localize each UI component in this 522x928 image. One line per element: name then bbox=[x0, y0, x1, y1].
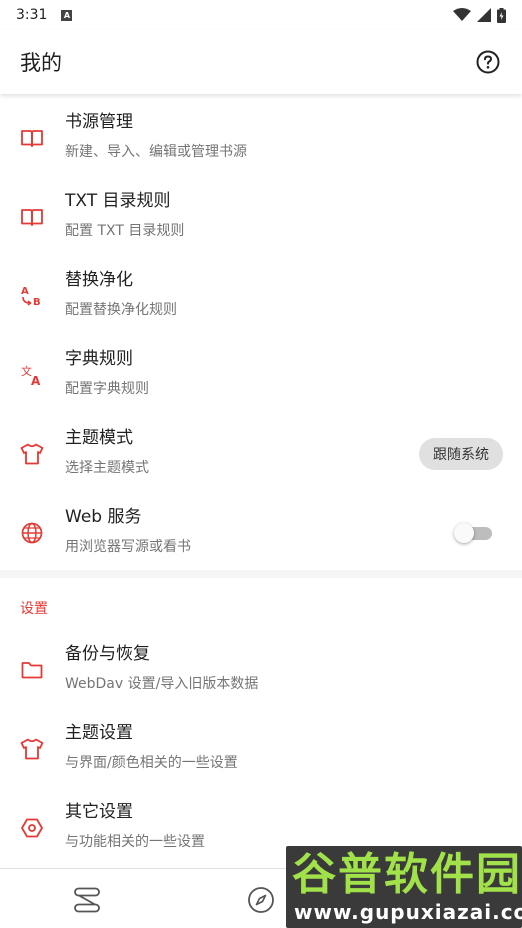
list-item-replace[interactable]: A B 替换净化 配置替换净化规则 bbox=[0, 256, 522, 335]
signal-icon bbox=[477, 8, 491, 22]
item-subtitle: 与界面/颜色相关的一些设置 bbox=[65, 755, 238, 771]
item-title: 字典规则 bbox=[65, 349, 133, 369]
item-subtitle: 选择主题模式 bbox=[65, 460, 149, 476]
book-icon bbox=[20, 205, 44, 229]
screen: 3:31 A 我的 书源管理 新建、导入、编辑或管理书源 TXT 目录规则 配置… bbox=[0, 0, 522, 928]
nav-discover[interactable] bbox=[246, 885, 276, 915]
wifi-icon bbox=[453, 8, 471, 21]
item-subtitle: 配置字典规则 bbox=[65, 381, 149, 397]
folder-icon bbox=[20, 658, 44, 682]
item-subtitle: 与功能相关的一些设置 bbox=[65, 834, 205, 850]
compass-icon bbox=[248, 887, 274, 913]
svg-text:A: A bbox=[21, 286, 29, 297]
globe-icon bbox=[20, 521, 44, 545]
item-subtitle: 新建、导入、编辑或管理书源 bbox=[65, 144, 247, 160]
item-subtitle: 配置 TXT 目录规则 bbox=[65, 223, 185, 239]
svg-text:B: B bbox=[33, 297, 41, 308]
hexagon-gear-icon bbox=[20, 816, 44, 840]
watermark-title: 谷普软件园 bbox=[292, 849, 522, 900]
help-button[interactable] bbox=[474, 48, 502, 76]
item-title: TXT 目录规则 bbox=[65, 191, 171, 211]
book-icon bbox=[20, 126, 44, 150]
help-icon bbox=[476, 50, 500, 74]
battery-icon bbox=[497, 7, 506, 23]
item-title: 主题设置 bbox=[65, 723, 133, 743]
watermark-url: www.gupuxiazai.com bbox=[294, 900, 522, 924]
list-item-dictionary[interactable]: 文 A 字典规则 配置字典规则 bbox=[0, 335, 522, 414]
web-service-switch[interactable] bbox=[454, 522, 492, 543]
item-title: 替换净化 bbox=[65, 270, 133, 290]
item-subtitle: WebDav 设置/导入旧版本数据 bbox=[65, 676, 259, 692]
shirt-icon bbox=[20, 442, 44, 466]
item-title: 其它设置 bbox=[65, 802, 133, 822]
main-section: 书源管理 新建、导入、编辑或管理书源 TXT 目录规则 配置 TXT 目录规则 … bbox=[0, 94, 522, 570]
item-subtitle: 配置替换净化规则 bbox=[65, 302, 177, 318]
status-time: 3:31 bbox=[16, 7, 48, 23]
list-item-theme-mode[interactable]: 主题模式 选择主题模式 跟随系统 bbox=[0, 414, 522, 493]
shirt-icon bbox=[20, 737, 44, 761]
section-header: 设置 bbox=[20, 601, 48, 617]
bookshelf-icon bbox=[74, 887, 100, 913]
switch-thumb bbox=[454, 522, 474, 543]
settings-section: 设置 备份与恢复 WebDav 设置/导入旧版本数据 主题设置 与界面/颜色相关… bbox=[0, 578, 522, 868]
item-title: 主题模式 bbox=[65, 428, 133, 448]
status-icons bbox=[453, 7, 506, 23]
page-title: 我的 bbox=[20, 51, 62, 75]
nav-bookshelf[interactable] bbox=[72, 885, 102, 915]
watermark: 谷普软件园 www.gupuxiazai.com bbox=[286, 846, 522, 928]
translate-icon: 文 A bbox=[20, 363, 44, 387]
list-item-web-service[interactable]: Web 服务 用浏览器写源或看书 bbox=[0, 493, 522, 572]
list-item-backup[interactable]: 备份与恢复 WebDav 设置/导入旧版本数据 bbox=[0, 630, 522, 709]
item-title: 备份与恢复 bbox=[65, 644, 150, 664]
item-title: 书源管理 bbox=[65, 112, 133, 132]
list-item-book-source[interactable]: 书源管理 新建、导入、编辑或管理书源 bbox=[0, 98, 522, 177]
svg-text:A: A bbox=[31, 374, 41, 387]
replace-ab-icon: A B bbox=[20, 284, 44, 308]
theme-mode-chip[interactable]: 跟随系统 bbox=[419, 437, 503, 470]
status-bar: 3:31 A bbox=[0, 0, 522, 30]
list-item-txt-rules[interactable]: TXT 目录规则 配置 TXT 目录规则 bbox=[0, 177, 522, 256]
app-bar: 我的 bbox=[0, 30, 522, 94]
notification-icon: A bbox=[61, 9, 73, 21]
item-title: Web 服务 bbox=[65, 507, 142, 527]
list-item-theme-settings[interactable]: 主题设置 与界面/颜色相关的一些设置 bbox=[0, 709, 522, 788]
item-subtitle: 用浏览器写源或看书 bbox=[65, 539, 191, 555]
